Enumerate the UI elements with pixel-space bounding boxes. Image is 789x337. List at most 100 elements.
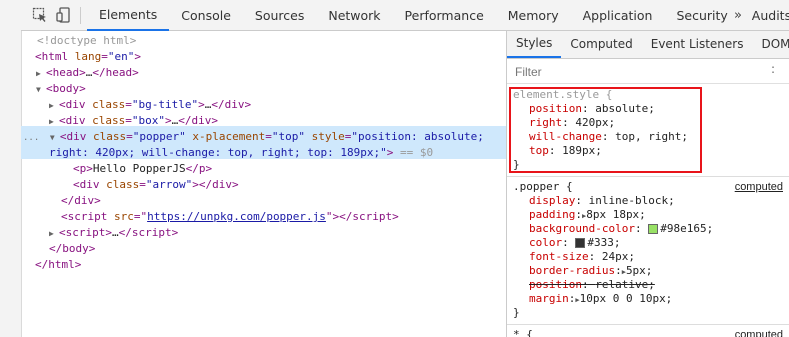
expand-triangle-icon[interactable]: ▶ [49, 114, 59, 130]
left-gutter [0, 0, 22, 337]
rule-divider [507, 176, 789, 177]
node-actions-icon[interactable]: ... [23, 133, 39, 143]
color-swatch-icon[interactable] [648, 224, 659, 234]
popper-xplacement-value: "top" [271, 130, 305, 143]
dom-doctype[interactable]: <!doctype html> [37, 33, 136, 49]
doctype-text: <!doctype html> [37, 34, 137, 47]
rule-divider [507, 324, 789, 325]
tab-security[interactable]: Security [664, 0, 739, 31]
expand-triangle-icon[interactable]: ▶ [36, 66, 46, 82]
prop-value[interactable]: 8px 18px; [586, 208, 646, 221]
arrow-class-value: "arrow" [145, 178, 193, 191]
devtools-window: Elements Console Sources Network Perform… [21, 0, 789, 337]
dom-head-node[interactable]: ▶ <head>…</head> [36, 65, 139, 81]
script-src-link[interactable]: https://unpkg.com/popper.js [147, 210, 326, 223]
dom-html-node[interactable]: <html lang="en"> [35, 49, 141, 65]
popper-prop-border-radius[interactable]: border-radius:▶5px; [529, 264, 652, 278]
tab-application[interactable]: Application [571, 0, 665, 31]
star-rule-source-link[interactable]: computed [735, 328, 783, 337]
popper-prop-font-size[interactable]: font-size: 24px; [529, 250, 635, 264]
popper-rule-selector: .popper { computed [513, 180, 783, 194]
popper-rule-source-link[interactable]: computed [735, 180, 783, 194]
tab-event-listeners[interactable]: Event Listeners [642, 31, 753, 58]
tab-memory[interactable]: Memory [496, 0, 571, 31]
prop-value[interactable]: #98e165; [660, 222, 713, 235]
highlight-annotation-box [509, 87, 702, 173]
collapse-triangle-icon[interactable]: ▼ [50, 130, 60, 146]
prop-name: padding [529, 208, 576, 221]
dom-div-popper[interactable]: ... ▼ <div class="popper" x-placement="to… [23, 129, 484, 145]
sidebar-tabs: Styles Computed Event Listeners DOM Bre [507, 31, 789, 59]
prop-name: font-size [529, 250, 589, 263]
tab-computed[interactable]: Computed [561, 31, 641, 58]
div2-class-value: "box" [131, 114, 165, 127]
popper-class-value: "popper" [132, 130, 186, 143]
tab-sources[interactable]: Sources [243, 0, 316, 31]
dom-div-bg-title[interactable]: ▶ <div class="bg-title">…</div> [49, 97, 251, 113]
prop-name: display [529, 194, 576, 207]
prop-value[interactable]: 5px; [626, 264, 653, 277]
popper-prop-display[interactable]: display: inline-block; [529, 194, 675, 208]
prop-name: color [529, 236, 563, 249]
popper-selector-text: .popper { [513, 180, 573, 193]
dom-div-popper-cont[interactable]: right: 420px; will-change: top, right; t… [49, 145, 433, 161]
collapse-triangle-icon[interactable]: ▼ [36, 82, 46, 98]
expand-triangle-icon[interactable]: ▶ [49, 226, 59, 242]
devtools-toolbar: Elements Console Sources Network Perform… [21, 0, 789, 31]
styles-filter-input[interactable] [513, 62, 767, 82]
popper-prop-color[interactable]: color: #333; [529, 236, 621, 250]
html-attr-name: lang [74, 50, 102, 63]
filter-options-icon[interactable]: : [771, 62, 775, 76]
tab-network[interactable]: Network [316, 0, 392, 31]
dom-body-node[interactable]: ▼ <body> [36, 81, 86, 97]
toolbar-separator [80, 7, 81, 24]
tab-elements[interactable]: Elements [87, 0, 170, 31]
popper-style-value-start: "position: absolute; [351, 130, 484, 143]
color-swatch-icon[interactable] [575, 238, 586, 248]
tab-audits[interactable]: Audits [740, 0, 789, 31]
prop-value[interactable]: 10px 0 0 10px; [580, 292, 673, 305]
prop-value[interactable]: #333; [587, 236, 620, 249]
tab-styles[interactable]: Styles [507, 31, 562, 58]
device-toolbar-icon[interactable] [56, 7, 72, 23]
prop-name: border-radius [529, 264, 616, 277]
popper-prop-margin[interactable]: margin:▶10px 0 0 10px; [529, 292, 672, 306]
dom-div-box[interactable]: ▶ <div class="box">…</div> [49, 113, 218, 129]
popper-prop-padding[interactable]: padding:▶8px 18px; [529, 208, 646, 222]
dom-body-close[interactable]: </body> [49, 241, 95, 257]
dom-script-node[interactable]: ▶ <script>…</script> [49, 225, 178, 241]
elements-tree: <!doctype html> <html lang="en"> ▶ <head>… [21, 31, 506, 337]
popper-prop-position-overridden[interactable]: position: relative; [529, 278, 655, 292]
dom-script-src[interactable]: <script src="https://unpkg.com/popper.js… [61, 209, 399, 225]
dom-div-arrow[interactable]: <div class="arrow"></div> [73, 177, 239, 193]
html-attr-value: "en" [107, 50, 135, 63]
popper-rule-close: } [513, 306, 520, 320]
dom-p-node[interactable]: <p>Hello PopperJS</p> [73, 161, 212, 177]
dom-div-close[interactable]: </div> [61, 193, 101, 209]
selected-node-marker: == $0 [400, 146, 434, 159]
dom-html-close[interactable]: </html> [35, 257, 81, 273]
star-selector-text: * { [513, 328, 533, 337]
styles-pane: Styles Computed Event Listeners DOM Bre … [507, 31, 789, 337]
panel-tabs: Elements Console Sources Network Perform… [87, 0, 789, 31]
tab-console[interactable]: Console [169, 0, 243, 31]
head-tag-name: head [52, 66, 80, 79]
head-close-tag-name: head [105, 66, 133, 79]
more-tabs-icon[interactable]: » [734, 0, 742, 31]
star-rule-selector: * { computed [513, 328, 783, 337]
prop-value[interactable]: 24px; [602, 250, 635, 263]
html-tag-name: html [41, 50, 69, 63]
tab-dom-breakpoints[interactable]: DOM Bre [752, 31, 789, 58]
expand-triangle-icon[interactable]: ▶ [49, 98, 59, 114]
prop-name: position [529, 278, 582, 291]
prop-value[interactable]: inline-block; [589, 194, 675, 207]
p-text: Hello PopperJS [92, 162, 186, 175]
tab-performance[interactable]: Performance [393, 0, 496, 31]
script-ellipsis: … [111, 226, 119, 239]
filter-bar: : [507, 59, 789, 84]
prop-name: margin [529, 292, 569, 305]
prop-value[interactable]: relative; [595, 278, 655, 291]
popper-prop-background-color[interactable]: background-color: #98e165; [529, 222, 713, 236]
body-tag-name: body [52, 82, 80, 95]
inspect-element-icon[interactable] [32, 7, 48, 23]
